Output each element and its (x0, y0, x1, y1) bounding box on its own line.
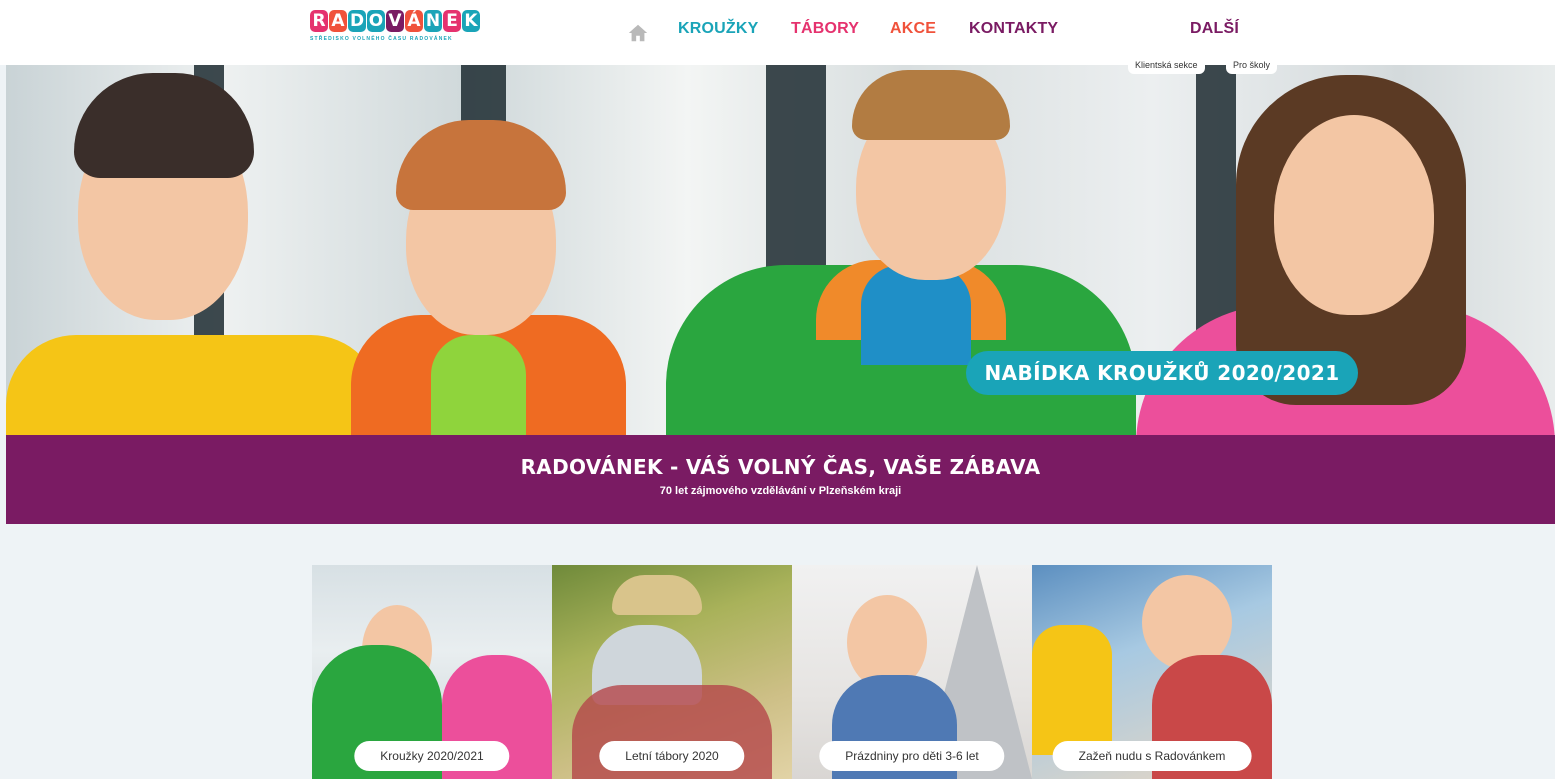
logo-letter: O (367, 10, 385, 32)
site-header: RADOVÁNEK STŘEDISKO VOLNÉHO ČASU RADOVÁN… (0, 0, 1555, 74)
for-schools-link[interactable]: Pro školy (1226, 56, 1278, 74)
card-photo-child (1032, 625, 1112, 755)
hero-image: NABÍDKA KROUŽKŮ 2020/2021 (6, 65, 1555, 435)
logo-letter: E (443, 10, 461, 32)
card-photo-hat (612, 575, 702, 615)
offer-badge[interactable]: NABÍDKA KROUŽKŮ 2020/2021 (966, 351, 1358, 395)
site-logo[interactable]: RADOVÁNEK STŘEDISKO VOLNÉHO ČASU RADOVÁN… (310, 10, 480, 54)
nav-kontakty[interactable]: KONTAKTY (969, 20, 1058, 38)
logo-letter: Á (405, 10, 423, 32)
logo-letter: D (348, 10, 366, 32)
nav-tabory[interactable]: TÁBORY (791, 20, 859, 38)
card-label[interactable]: Zažeň nudu s Radovánkem (1052, 741, 1252, 771)
banner-title: RADOVÁNEK - VÁŠ VOLNÝ ČAS, VAŠE ZÁBAVA (520, 455, 1041, 479)
logo-letter: V (386, 10, 404, 32)
tagline-banner: RADOVÁNEK - VÁŠ VOLNÝ ČAS, VAŠE ZÁBAVA 7… (6, 435, 1555, 524)
child-orange-jacket (346, 65, 636, 435)
logo-wordmark: RADOVÁNEK (310, 10, 480, 32)
nav-dalsi[interactable]: DALŠÍ (1190, 20, 1239, 38)
card-label[interactable]: Letní tábory 2020 (599, 741, 745, 771)
banner-subtitle: 70 let zájmového vzdělávání v Plzeňském … (659, 485, 902, 497)
card-label[interactable]: Prázdniny pro děti 3-6 let (819, 741, 1005, 771)
card-label[interactable]: Kroužky 2020/2021 (354, 741, 510, 771)
nav-akce[interactable]: AKCE (890, 20, 936, 38)
logo-letter: R (310, 10, 328, 32)
nav-krouzky[interactable]: KROUŽKY (678, 20, 759, 38)
logo-tagline: STŘEDISKO VOLNÉHO ČASU RADOVÁNEK (310, 36, 453, 42)
logo-letter: A (329, 10, 347, 32)
card-prazdniny[interactable]: Prázdniny pro děti 3-6 let (792, 565, 1032, 779)
client-section-link[interactable]: Klientská sekce (1128, 56, 1205, 74)
logo-letter: N (424, 10, 442, 32)
home-icon[interactable] (627, 22, 649, 44)
card-tabory[interactable]: Letní tábory 2020 (552, 565, 792, 779)
card-krouzky[interactable]: Kroužky 2020/2021 (312, 565, 552, 779)
card-zazen-nudu[interactable]: Zažeň nudu s Radovánkem (1032, 565, 1272, 779)
logo-letter: K (462, 10, 480, 32)
child-yellow-shirt (6, 65, 386, 435)
